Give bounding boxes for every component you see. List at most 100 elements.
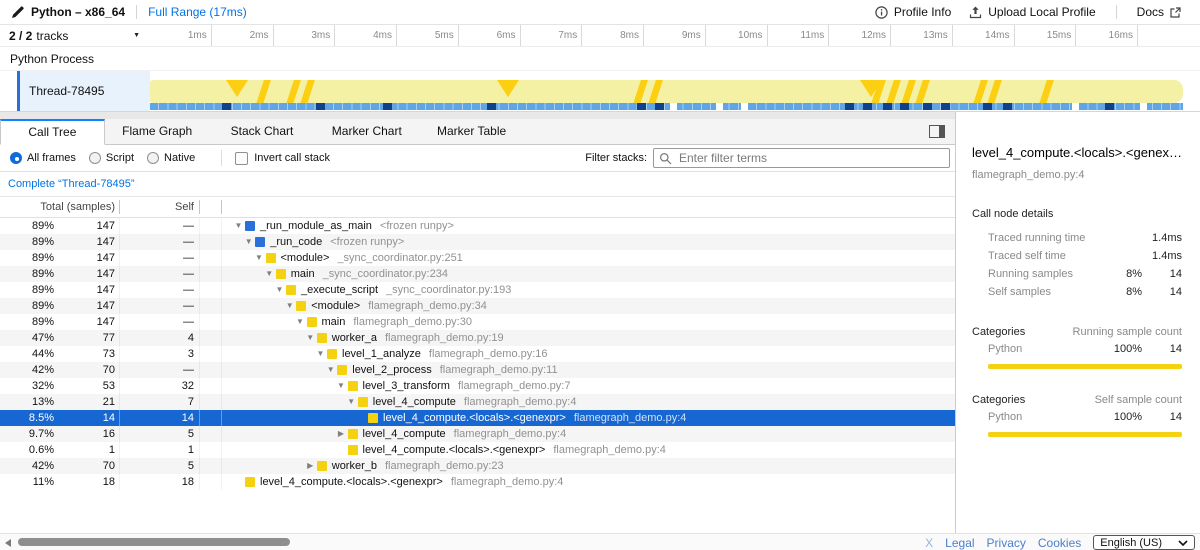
track-marker[interactable] xyxy=(647,80,663,103)
timeline-tick[interactable]: 10ms xyxy=(706,25,768,46)
scroll-left-arrow-icon[interactable] xyxy=(5,539,11,547)
thread-track-label[interactable]: Thread-78495 xyxy=(20,71,150,111)
sample-segment[interactable] xyxy=(637,103,646,110)
invert-call-stack-checkbox[interactable]: Invert call stack xyxy=(235,152,330,165)
collapse-icon[interactable]: ▼ xyxy=(324,362,337,378)
timeline-tick[interactable]: 15ms xyxy=(1015,25,1077,46)
track-marker[interactable] xyxy=(497,80,519,97)
tab-call-tree[interactable]: Call Tree xyxy=(0,119,105,145)
call-tree-row[interactable]: 32%5332▼level_3_transformflamegraph_demo… xyxy=(0,378,955,394)
call-tree-row[interactable]: 11%1818level_4_compute.<locals>.<genexpr… xyxy=(0,474,955,490)
footer-link-legal[interactable]: Legal xyxy=(945,536,974,550)
timeline-tick[interactable]: 5ms xyxy=(397,25,459,46)
collapse-icon[interactable]: ▼ xyxy=(263,266,276,282)
call-tree-row[interactable]: 8.5%1414level_4_compute.<locals>.<genexp… xyxy=(0,410,955,426)
call-tree-row[interactable]: 0.6%11level_4_compute.<locals>.<genexpr>… xyxy=(0,442,955,458)
track-marker[interactable] xyxy=(885,80,901,103)
filter-stacks-input[interactable] xyxy=(653,148,950,168)
tab-marker-table[interactable]: Marker Table xyxy=(419,119,524,145)
footer-close-button[interactable]: X xyxy=(925,536,933,550)
sample-segment[interactable] xyxy=(1003,103,1012,110)
call-tree-row[interactable]: 44%733▼level_1_analyzeflamegraph_demo.py… xyxy=(0,346,955,362)
sample-segment[interactable] xyxy=(655,103,664,110)
track-marker[interactable] xyxy=(255,80,271,103)
sample-segment[interactable] xyxy=(941,103,950,110)
sample-segment[interactable] xyxy=(383,103,392,110)
tab-flame-graph[interactable]: Flame Graph xyxy=(105,119,210,145)
collapse-icon[interactable]: ▼ xyxy=(345,394,358,410)
sample-segment[interactable] xyxy=(845,103,854,110)
footer-link-cookies[interactable]: Cookies xyxy=(1038,536,1081,550)
timeline-tick[interactable]: 14ms xyxy=(953,25,1015,46)
column-total-samples[interactable]: Total (samples) xyxy=(0,200,120,214)
expand-icon[interactable]: ▶ xyxy=(304,458,317,474)
collapse-icon[interactable]: ▼ xyxy=(335,378,348,394)
timeline-tick[interactable]: 6ms xyxy=(459,25,521,46)
track-marker[interactable] xyxy=(1038,80,1054,103)
track-marker[interactable] xyxy=(900,80,916,103)
collapse-icon[interactable]: ▼ xyxy=(304,330,317,346)
process-track-header[interactable]: Python Process xyxy=(0,47,1200,71)
timeline-tick[interactable]: 3ms xyxy=(274,25,336,46)
track-marker[interactable] xyxy=(972,80,988,103)
timeline-tick[interactable]: 11ms xyxy=(768,25,830,46)
language-select[interactable]: English (US) xyxy=(1093,535,1195,550)
sample-segment[interactable] xyxy=(863,103,872,110)
complete-range-link[interactable]: Complete “Thread-78495” xyxy=(8,178,135,190)
call-tree-row[interactable]: 89%147—▼_run_code<frozen runpy> xyxy=(0,234,955,250)
collapse-icon[interactable]: ▼ xyxy=(253,250,266,266)
call-tree-row[interactable]: 89%147—▼_run_module_as_main<frozen runpy… xyxy=(0,218,955,234)
profile-info-button[interactable]: Profile Info xyxy=(866,5,960,19)
timeline-tick[interactable]: 8ms xyxy=(582,25,644,46)
call-tree-row[interactable]: 13%217▼level_4_computeflamegraph_demo.py… xyxy=(0,394,955,410)
sample-segment[interactable] xyxy=(900,103,909,110)
call-tree-row[interactable]: 47%774▼worker_aflamegraph_demo.py:19 xyxy=(0,330,955,346)
sample-segment[interactable] xyxy=(487,103,496,110)
track-marker[interactable] xyxy=(285,80,301,103)
sample-segment[interactable] xyxy=(883,103,892,110)
call-tree-row[interactable]: 42%70—▼level_2_processflamegraph_demo.py… xyxy=(0,362,955,378)
timeline-tick[interactable]: 1ms xyxy=(150,25,212,46)
horizontal-scrollbar-thumb[interactable] xyxy=(18,538,290,546)
call-tree-row[interactable]: 89%147—▼main_sync_coordinator.py:234 xyxy=(0,266,955,282)
thread-track-visualization[interactable] xyxy=(150,71,1200,111)
profile-name-button[interactable]: Python – x86_64 xyxy=(0,5,125,19)
timeline-tick[interactable]: 12ms xyxy=(829,25,891,46)
sidebar-toggle-icon[interactable] xyxy=(929,125,945,138)
docs-link[interactable]: Docs xyxy=(1128,5,1190,19)
track-marker[interactable] xyxy=(632,80,648,103)
call-tree-row[interactable]: 89%147—▼_execute_script_sync_coordinator… xyxy=(0,282,955,298)
track-marker[interactable] xyxy=(226,80,248,97)
timeline-tick[interactable]: 4ms xyxy=(335,25,397,46)
collapse-icon[interactable]: ▼ xyxy=(232,218,245,234)
sample-strip[interactable] xyxy=(150,103,1183,110)
footer-link-privacy[interactable]: Privacy xyxy=(987,536,1026,550)
tab-marker-chart[interactable]: Marker Chart xyxy=(314,119,419,145)
full-range-button[interactable]: Full Range (17ms) xyxy=(148,5,247,19)
radio-native[interactable]: Native xyxy=(147,152,195,164)
marker-band[interactable] xyxy=(150,80,1183,103)
call-tree-row[interactable]: 42%705▶worker_bflamegraph_demo.py:23 xyxy=(0,458,955,474)
collapse-icon[interactable]: ▼ xyxy=(242,234,255,250)
track-marker[interactable] xyxy=(986,80,1002,103)
expand-icon[interactable]: ▶ xyxy=(335,426,348,442)
track-marker[interactable] xyxy=(299,80,315,103)
sample-segment[interactable] xyxy=(983,103,992,110)
tab-stack-chart[interactable]: Stack Chart xyxy=(210,119,315,145)
collapse-icon[interactable]: ▼ xyxy=(283,298,296,314)
tracks-dropdown[interactable]: 2 / 2 tracks ▼ xyxy=(0,25,150,46)
timeline-tick[interactable]: 9ms xyxy=(644,25,706,46)
upload-profile-button[interactable]: Upload Local Profile xyxy=(960,5,1104,19)
collapse-icon[interactable]: ▼ xyxy=(273,282,286,298)
call-tree-row[interactable]: 9.7%165▶level_4_computeflamegraph_demo.p… xyxy=(0,426,955,442)
timeline-tick[interactable]: 16ms xyxy=(1076,25,1138,46)
timeline-tick[interactable]: 2ms xyxy=(212,25,274,46)
timeline-tick[interactable]: 7ms xyxy=(521,25,583,46)
thread-track[interactable]: Thread-78495 xyxy=(0,71,1200,112)
call-tree-row[interactable]: 89%147—▼<module>flamegraph_demo.py:34 xyxy=(0,298,955,314)
call-tree-row[interactable]: 89%147—▼<module>_sync_coordinator.py:251 xyxy=(0,250,955,266)
sample-segment[interactable] xyxy=(923,103,932,110)
sample-segment[interactable] xyxy=(1105,103,1114,110)
collapse-icon[interactable]: ▼ xyxy=(314,346,327,362)
radio-script[interactable]: Script xyxy=(89,152,134,164)
